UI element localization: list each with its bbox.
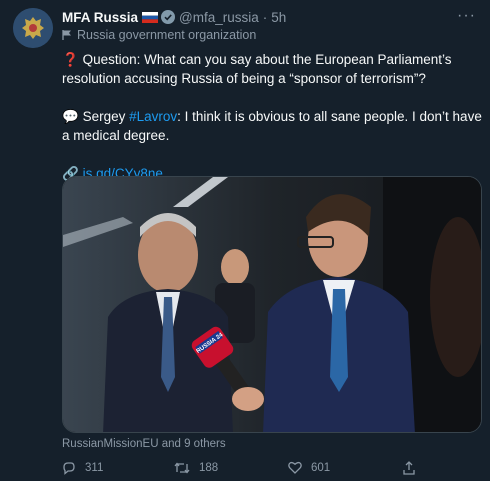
video-media[interactable]: RUSSIA 24 xyxy=(62,176,482,433)
author-name[interactable]: MFA Russia xyxy=(62,10,138,25)
coat-of-arms-icon xyxy=(13,8,53,48)
video-frame: RUSSIA 24 xyxy=(63,177,481,432)
reply-button[interactable]: 311 xyxy=(62,461,103,475)
like-button[interactable]: 601 xyxy=(288,461,330,474)
russia-flag-icon xyxy=(142,11,159,23)
heart-icon xyxy=(288,461,302,474)
question-text: Question: What can you say about the Eur… xyxy=(62,52,452,86)
question-mark-icon: ❓ xyxy=(62,52,79,67)
answer-line: 💬 Sergey #Lavrov: I think it is obvious … xyxy=(62,107,482,145)
retweet-count: 188 xyxy=(199,462,219,474)
verified-grey-icon xyxy=(161,10,176,24)
retweet-button[interactable]: 188 xyxy=(174,461,218,475)
more-options-icon[interactable]: ··· xyxy=(457,7,476,25)
share-button[interactable] xyxy=(402,461,416,475)
tweet-text: ❓ Question: What can you say about the E… xyxy=(62,50,482,183)
timestamp[interactable]: 5h xyxy=(271,10,286,25)
reply-icon xyxy=(63,462,75,475)
author-handle[interactable]: @mfa_russia xyxy=(179,10,259,25)
share-icon xyxy=(403,461,415,475)
separator: · xyxy=(262,9,268,25)
government-label-text: Russia government organization xyxy=(77,28,257,42)
speech-bubble-icon: 💬 xyxy=(62,109,79,124)
question-line: ❓ Question: What can you say about the E… xyxy=(62,50,482,88)
tagged-users[interactable]: RussianMissionEU and 9 others xyxy=(62,438,226,450)
tweet-header: MFA Russia @mfa_russia · 5h ··· xyxy=(62,7,480,26)
action-bar: 311 188 601 xyxy=(62,461,422,477)
answer-prefix: Sergey xyxy=(82,109,130,124)
flag-pennant-icon xyxy=(62,30,71,40)
retweet-icon xyxy=(174,462,190,474)
hashtag-lavrov[interactable]: #Lavrov xyxy=(129,109,177,124)
government-label: Russia government organization xyxy=(62,28,256,42)
reply-count: 311 xyxy=(85,462,104,474)
like-count: 601 xyxy=(311,461,331,474)
avatar[interactable] xyxy=(13,8,53,48)
